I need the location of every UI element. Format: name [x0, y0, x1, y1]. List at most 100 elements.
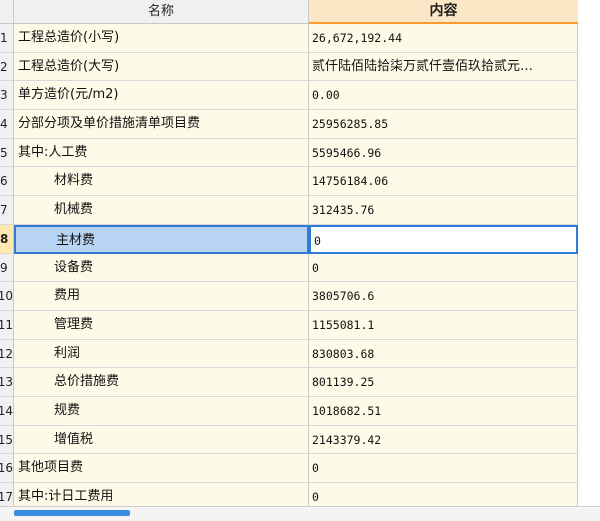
- content-cell[interactable]: 830803.68: [309, 339, 578, 369]
- row-number-label: 12: [0, 346, 13, 361]
- content-cell[interactable]: 312435.76: [309, 196, 578, 225]
- name-cell[interactable]: 其中:计日工费用: [14, 483, 309, 506]
- table-row[interactable]: 11管理费1155081.1: [0, 310, 600, 340]
- row-number[interactable]: 13: [0, 368, 14, 397]
- row-number[interactable]: 3: [0, 81, 14, 111]
- row-number[interactable]: 8: [0, 224, 14, 254]
- content-cell[interactable]: 2143379.42: [309, 425, 578, 455]
- row-number-label: 1: [0, 31, 8, 45]
- table-row[interactable]: 17其中:计日工费用0: [0, 483, 600, 506]
- row-empty-area: [578, 253, 600, 283]
- content-cell[interactable]: 0.00: [309, 81, 578, 111]
- content-cell[interactable]: 14756184.06: [309, 167, 578, 197]
- row-number-label: 13: [0, 375, 13, 390]
- name-cell[interactable]: 机械费: [14, 196, 309, 225]
- table-row[interactable]: 14规费1018682.51: [0, 396, 600, 426]
- content-cell[interactable]: 25956285.85: [309, 110, 578, 139]
- row-number-label: 5: [0, 145, 8, 160]
- row-number-label: 17: [0, 490, 13, 504]
- row-number[interactable]: 2: [0, 52, 14, 82]
- content-cell[interactable]: 26,672,192.44: [309, 24, 578, 53]
- table-row[interactable]: 1 工程总造价(小写) 26,672,192.44: [0, 24, 600, 53]
- name-cell[interactable]: 主材费: [14, 224, 309, 254]
- table-row[interactable]: 15增值税2143379.42: [0, 425, 600, 455]
- row-empty-area: [578, 282, 600, 311]
- name-cell[interactable]: 分部分项及单价措施清单项目费: [14, 110, 309, 139]
- content-column-header[interactable]: 内容: [309, 0, 578, 24]
- row-number[interactable]: 14: [0, 396, 14, 426]
- content-cell[interactable]: 5595466.96: [309, 138, 578, 168]
- name-cell[interactable]: 工程总造价(大写): [14, 52, 309, 82]
- row-number[interactable]: 12: [0, 339, 14, 369]
- row-number[interactable]: 4: [0, 110, 14, 139]
- grid-body: 1 工程总造价(小写) 26,672,192.44 2 工程总造价(大写) 贰仟陆佰陆拾柒…: [0, 24, 600, 506]
- name-cell[interactable]: 其中:人工费: [14, 138, 309, 168]
- row-number-label: 6: [0, 174, 8, 189]
- content-cell[interactable]: 801139.25: [309, 368, 578, 397]
- name-cell[interactable]: 增值税: [14, 425, 309, 455]
- table-row[interactable]: 6 材料费 14756184.06: [0, 167, 600, 197]
- row-number[interactable]: 10: [0, 282, 14, 311]
- content-cell[interactable]: 1155081.1: [309, 310, 578, 340]
- row-empty-area: [578, 52, 600, 82]
- content-cell[interactable]: 3805706.6: [309, 282, 578, 311]
- row-empty-area: [578, 81, 600, 111]
- name-cell[interactable]: 工程总造价(小写): [14, 24, 309, 53]
- row-number-label: 15: [0, 432, 13, 447]
- table-row[interactable]: 8 主材费 0: [0, 224, 600, 254]
- row-empty-area: [578, 454, 600, 483]
- name-cell[interactable]: 费用: [14, 282, 309, 311]
- row-number-label: 3: [0, 88, 8, 103]
- name-cell[interactable]: 设备费: [14, 253, 309, 283]
- content-cell[interactable]: 贰仟陆佰陆拾柒万贰仟壹佰玖拾贰元…: [309, 52, 578, 82]
- row-number[interactable]: 17: [0, 483, 14, 506]
- row-number[interactable]: 9: [0, 253, 14, 283]
- name-cell[interactable]: 利润: [14, 339, 309, 369]
- name-cell[interactable]: 材料费: [14, 167, 309, 197]
- row-number-label: 7: [0, 203, 8, 218]
- name-cell[interactable]: 管理费: [14, 310, 309, 340]
- row-number[interactable]: 6: [0, 167, 14, 197]
- table-row[interactable]: 3 单方造价(元/m2) 0.00: [0, 81, 600, 111]
- row-empty-area: [578, 167, 600, 197]
- table-row[interactable]: 9 设备费 0: [0, 253, 600, 283]
- row-number-label: 8: [0, 231, 9, 246]
- row-number[interactable]: 1: [0, 24, 14, 53]
- row-number[interactable]: 15: [0, 425, 14, 455]
- row-number[interactable]: 16: [0, 454, 14, 483]
- summary-grid: 名称 内容 1 工程总造价(小写) 26,672,192.44 2 工程总造价(大写) 贰…: [0, 0, 600, 506]
- table-row[interactable]: 5 其中:人工费 5595466.96: [0, 138, 600, 168]
- row-number[interactable]: 5: [0, 138, 14, 168]
- row-empty-area: [578, 396, 600, 426]
- content-cell[interactable]: 0: [309, 483, 578, 506]
- header-empty-area: [578, 0, 600, 24]
- content-cell[interactable]: 0: [309, 454, 578, 483]
- row-number[interactable]: 11: [0, 310, 14, 340]
- name-column-header[interactable]: 名称: [14, 0, 309, 24]
- name-cell[interactable]: 单方造价(元/m2): [14, 81, 309, 111]
- row-empty-area: [578, 110, 600, 139]
- table-row[interactable]: 10费用3805706.6: [0, 282, 600, 311]
- row-number-label: 4: [0, 117, 8, 132]
- table-row[interactable]: 7 机械费 312435.76: [0, 196, 600, 225]
- row-index-header[interactable]: [0, 0, 14, 24]
- row-empty-area: [578, 310, 600, 340]
- content-cell[interactable]: 0: [309, 253, 578, 283]
- row-empty-area: [578, 196, 600, 225]
- name-cell[interactable]: 其他项目费: [14, 454, 309, 483]
- row-number-label: 10: [0, 289, 13, 304]
- table-row[interactable]: 13总价措施费801139.25: [0, 368, 600, 397]
- content-cell[interactable]: 0: [309, 224, 578, 254]
- row-empty-area: [578, 224, 600, 254]
- content-cell[interactable]: 1018682.51: [309, 396, 578, 426]
- row-empty-area: [578, 425, 600, 455]
- name-cell[interactable]: 总价措施费: [14, 368, 309, 397]
- horizontal-scrollbar[interactable]: [14, 510, 130, 516]
- table-row[interactable]: 12利润830803.68: [0, 339, 600, 369]
- name-cell[interactable]: 规费: [14, 396, 309, 426]
- table-row[interactable]: 16其他项目费0: [0, 454, 600, 483]
- table-row[interactable]: 4 分部分项及单价措施清单项目费 25956285.85: [0, 110, 600, 139]
- row-number[interactable]: 7: [0, 196, 14, 225]
- row-empty-area: [578, 339, 600, 369]
- table-row[interactable]: 2 工程总造价(大写) 贰仟陆佰陆拾柒万贰仟壹佰玖拾贰元…: [0, 52, 600, 82]
